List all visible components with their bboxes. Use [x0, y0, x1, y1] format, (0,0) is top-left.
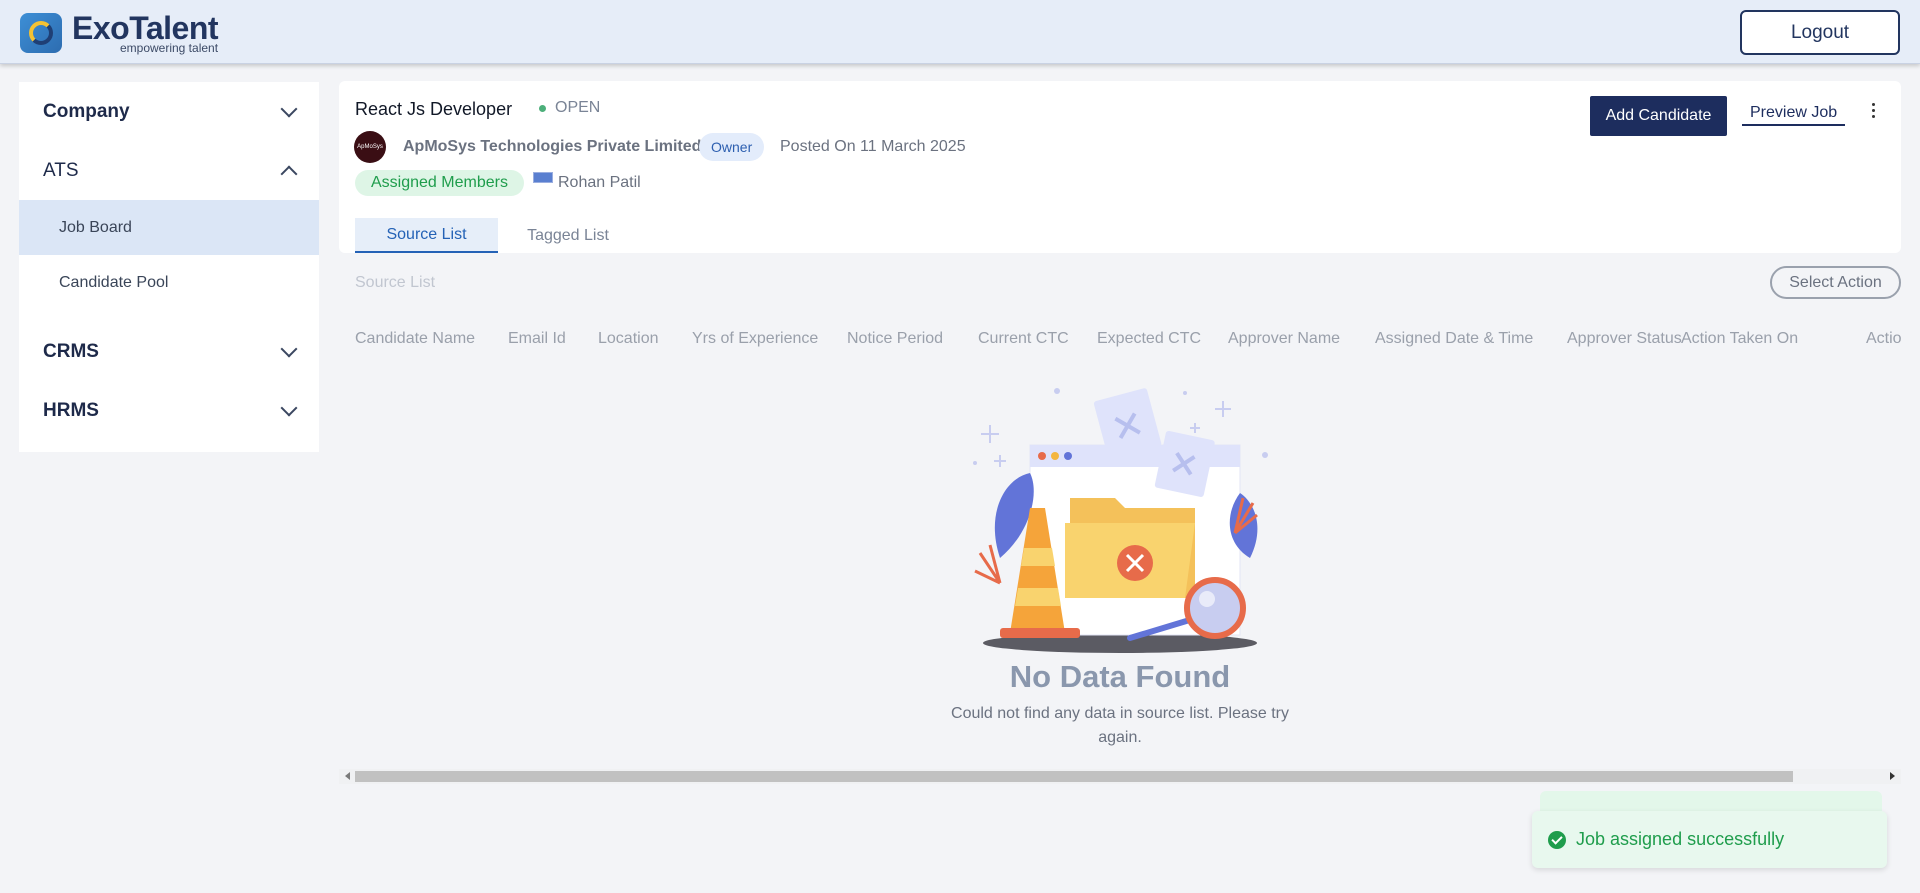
sidebar-group-company[interactable]: Company — [19, 82, 319, 141]
column-header[interactable]: Location — [598, 330, 659, 348]
job-title: React Js Developer — [355, 99, 513, 119]
column-header[interactable]: Expected CTC — [1097, 330, 1201, 348]
column-header[interactable]: Actio — [1866, 330, 1901, 348]
owner-badge: Owner — [699, 133, 765, 161]
posted-date: Posted On 11 March 2025 — [780, 138, 966, 155]
column-header[interactable]: Current CTC — [978, 330, 1069, 348]
company-logo: ApMoSys — [354, 131, 386, 163]
column-header[interactable]: Yrs of Experience — [692, 330, 818, 348]
column-header[interactable]: Email Id — [508, 330, 566, 348]
column-header[interactable]: Approver Status — [1567, 330, 1682, 348]
column-header[interactable]: Action Taken On — [1681, 330, 1798, 348]
toast-message: Job assigned successfully — [1576, 829, 1785, 849]
column-header[interactable]: Assigned Date & Time — [1375, 330, 1533, 348]
assigned-member-name: Rohan Patil — [558, 174, 641, 191]
job-details-card: React Js Developer OPEN ApMoSys ApMoSys … — [339, 81, 1901, 253]
top-header: ExoTalent empowering talent Logout — [0, 0, 1920, 64]
select-action-button[interactable]: Select Action — [1770, 266, 1901, 299]
logout-button[interactable]: Logout — [1740, 10, 1900, 55]
tab-source-list[interactable]: Source List — [355, 218, 498, 253]
table-header: Candidate Name Email Id Location Yrs of … — [339, 330, 1901, 354]
more-options-icon[interactable] — [1870, 103, 1876, 118]
preview-job-link[interactable]: Preview Job — [1742, 104, 1846, 126]
source-list-heading: Source List — [355, 274, 436, 291]
sidebar-group-ats[interactable]: ATS — [19, 141, 319, 200]
sidebar-group-hrms[interactable]: HRMS — [19, 381, 319, 440]
chevron-down-icon — [280, 340, 298, 357]
company-name: ApMoSys Technologies Private Limited — [403, 138, 702, 155]
exotalent-logo-icon — [20, 13, 62, 53]
status-dot-icon — [539, 104, 546, 112]
sidebar-item-candidate-pool[interactable]: Candidate Pool — [19, 255, 319, 310]
chevron-up-icon — [280, 165, 298, 182]
check-circle-icon — [1548, 830, 1566, 849]
success-toast[interactable]: Job assigned successfully — [1532, 811, 1887, 868]
sidebar-item-job-board[interactable]: Job Board — [19, 200, 319, 255]
sidebar-group-label: ATS — [43, 159, 79, 181]
scrollbar-thumb[interactable] — [355, 771, 1793, 782]
tab-tagged-list[interactable]: Tagged List — [498, 218, 638, 253]
scroll-right-arrow-icon[interactable] — [1890, 772, 1895, 780]
sidebar: Company ATS Job Board Candidate Pool CRM… — [19, 82, 319, 452]
assigned-members-badge: Assigned Members — [355, 170, 524, 196]
horizontal-scrollbar[interactable] — [339, 769, 1901, 784]
empty-state-message: Could not find any data in source list. … — [951, 705, 1289, 746]
member-avatar-icon — [533, 172, 553, 183]
sidebar-group-label: CRMS — [43, 340, 99, 362]
sidebar-group-label: Company — [43, 100, 130, 122]
job-status: OPEN — [539, 99, 600, 117]
column-header[interactable]: Candidate Name — [355, 330, 475, 348]
brand-name: ExoTalent — [72, 10, 219, 46]
brand-logo[interactable]: ExoTalent empowering talent — [20, 10, 219, 54]
chevron-down-icon — [280, 100, 298, 117]
column-header[interactable]: Approver Name — [1228, 330, 1340, 348]
column-header[interactable]: Notice Period — [847, 330, 943, 348]
add-candidate-button[interactable]: Add Candidate — [1590, 96, 1727, 136]
job-status-label: OPEN — [555, 99, 601, 116]
no-data-illustration — [973, 388, 1268, 653]
chevron-down-icon — [280, 399, 298, 416]
sidebar-group-label: HRMS — [43, 399, 99, 421]
sidebar-group-crms[interactable]: CRMS — [19, 322, 319, 381]
scroll-left-arrow-icon[interactable] — [345, 772, 350, 780]
empty-state-title: No Data Found — [1009, 659, 1231, 694]
